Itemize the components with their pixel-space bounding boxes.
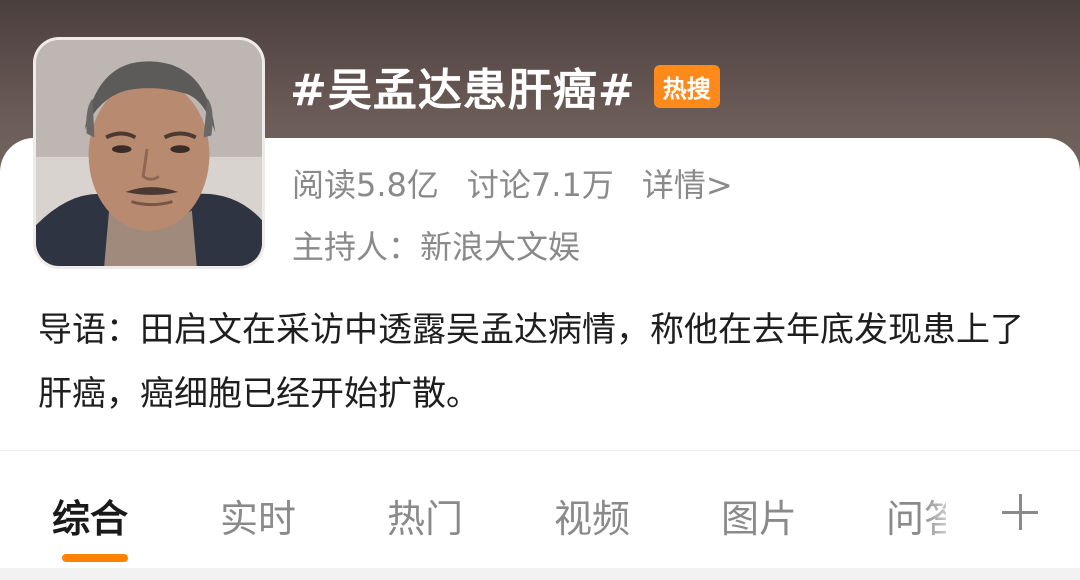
bottom-strip bbox=[0, 568, 1080, 580]
tab-video[interactable]: 视频 bbox=[554, 488, 630, 543]
tab-bar: 综合 实时 热门 视频 图片 问答 bbox=[0, 470, 1080, 562]
portrait-photo bbox=[36, 40, 262, 266]
read-count: 阅读5.8亿 bbox=[292, 166, 439, 204]
divider bbox=[0, 450, 1080, 451]
active-tab-indicator bbox=[62, 554, 128, 562]
host-label: 主持人： bbox=[292, 228, 421, 266]
hot-search-badge: 热搜 bbox=[653, 64, 720, 108]
topic-stats: 阅读5.8亿 讨论7.1万 详情> bbox=[292, 160, 733, 206]
tab-realtime[interactable]: 实时 bbox=[220, 488, 296, 543]
host-name[interactable]: 新浪大文娱 bbox=[420, 222, 580, 268]
topic-title-row: #吴孟达患肝癌# 热搜 bbox=[290, 58, 720, 116]
discussion-count: 讨论7.1万 bbox=[466, 166, 614, 204]
host-info: 主持人： 新浪大文娱 bbox=[292, 222, 580, 268]
tab-images[interactable]: 图片 bbox=[721, 488, 797, 543]
topic-avatar-image[interactable] bbox=[33, 37, 265, 269]
tab-popular[interactable]: 热门 bbox=[387, 488, 463, 543]
detail-link[interactable]: 详情> bbox=[642, 160, 733, 206]
plus-icon[interactable] bbox=[1000, 492, 1040, 532]
tab-fade-overlay bbox=[920, 470, 980, 550]
topic-intro: 导语：田启文在采访中透露吴孟达病情，称他在去年底发现患上了肝癌，癌细胞已经开始扩… bbox=[38, 310, 1024, 414]
topic-title[interactable]: #吴孟达患肝癌# bbox=[290, 54, 636, 118]
tab-comprehensive[interactable]: 综合 bbox=[52, 488, 128, 543]
